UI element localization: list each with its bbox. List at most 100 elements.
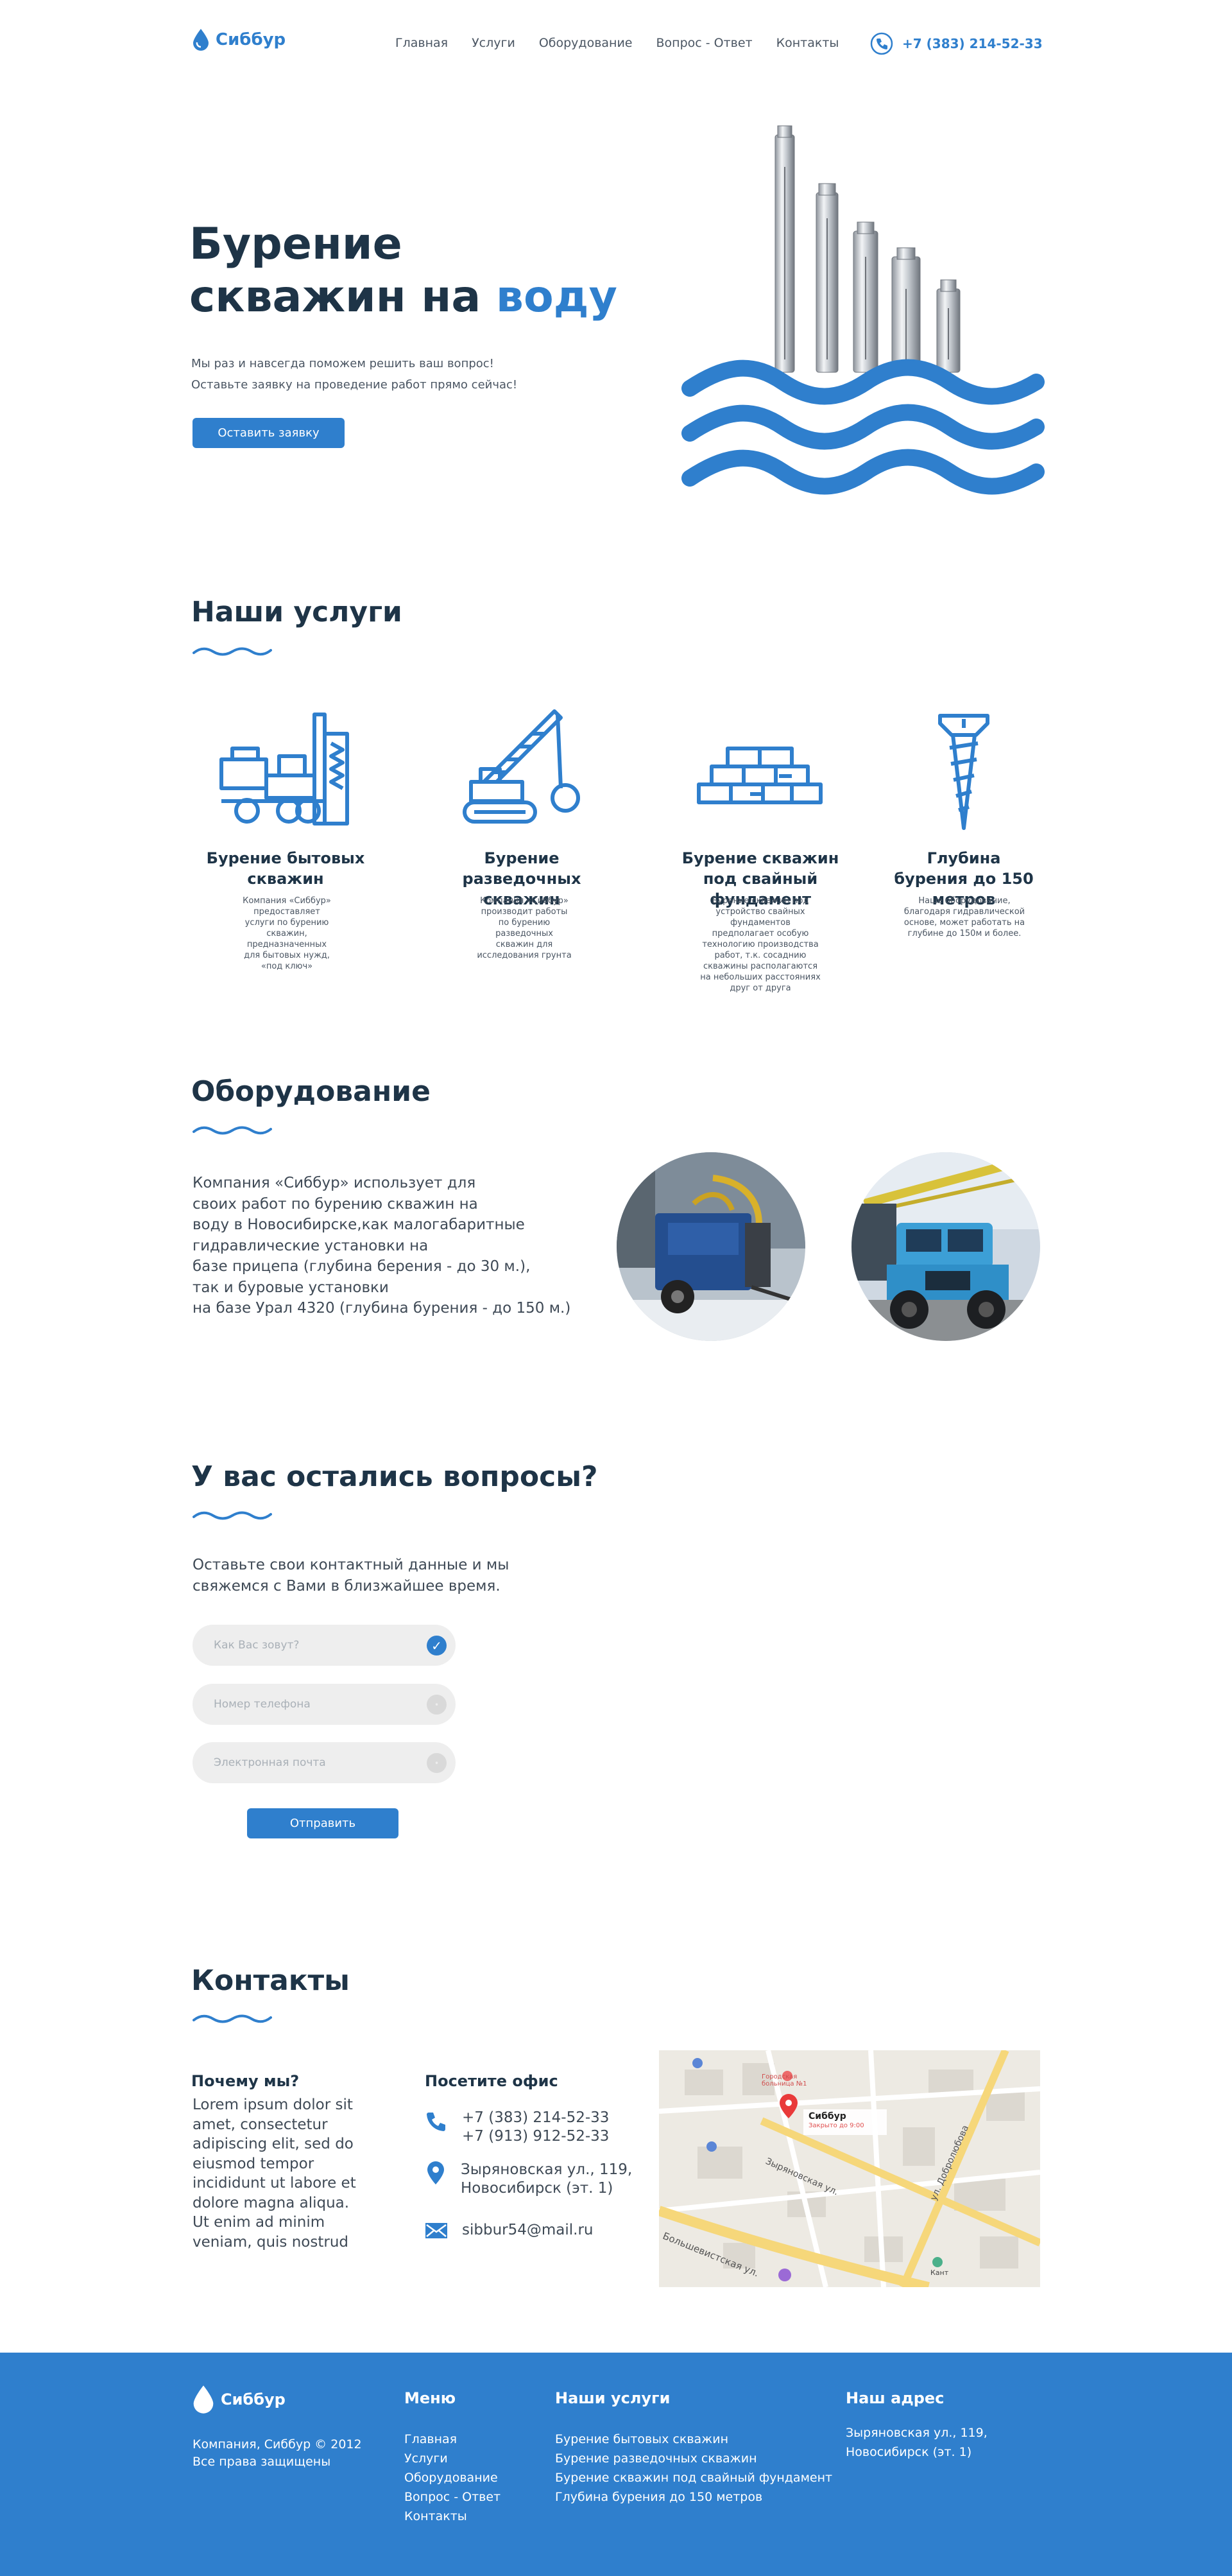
- trailer-rig-photo: [617, 1152, 805, 1341]
- phone-field-placeholder: Номер телефона: [214, 1698, 311, 1711]
- service-title-1: Бурение бытовых скважин: [206, 849, 365, 888]
- crane-icon: [463, 709, 580, 824]
- contact-email-address[interactable]: sibbur54@mail.ru: [462, 2221, 594, 2240]
- services-wave-divider: [193, 647, 272, 656]
- hero-subtitle-line2: Оставьте заявку на проведение работ прям…: [191, 378, 518, 392]
- pumps-and-waves-illustration: [681, 125, 1045, 495]
- contact-address-line1: Зыряновская ул., 119,: [461, 2161, 633, 2178]
- questions-subtitle-line2: свяжемся с Вами в близжайшее время.: [193, 1578, 501, 1595]
- logo-text: Сиббур: [216, 30, 286, 49]
- footer-copyright-line2: Все права защищены: [193, 2455, 331, 2469]
- map-marker-subtitle: Закрыто до 9:00: [809, 2122, 864, 2129]
- footer-service-link[interactable]: Бурение разведочных скважин: [555, 2449, 832, 2468]
- contacts-title: Контакты: [191, 1964, 350, 1997]
- nav-item-equipment[interactable]: Оборудование: [539, 36, 633, 50]
- contact-address-line2: Новосибирск (эт. 1): [461, 2180, 613, 2197]
- map-poi-hospital: Городская больница №1: [762, 2073, 807, 2088]
- nav-item-services[interactable]: Услуги: [472, 36, 515, 50]
- footer-copyright: Компания, Сиббур © 2012 Все права защище…: [193, 2436, 362, 2471]
- name-field-placeholder: Как Вас зовут?: [214, 1639, 300, 1652]
- questions-subtitle-line1: Оставьте свои контактный данные и мы: [193, 1557, 509, 1573]
- office-map[interactable]: Сиббур Закрыто до 9:00 Городская больниц…: [659, 2050, 1040, 2287]
- contact-phone-1[interactable]: +7 (383) 214-52-33: [462, 2109, 609, 2127]
- email-field-placeholder: Электронная почта: [214, 1756, 326, 1769]
- equipment-line: на базе Урал 4320 (глубина бурения - до …: [193, 1300, 571, 1317]
- footer-service-link[interactable]: Бурение скважин под свайный фундамент: [555, 2468, 832, 2487]
- footer-menu-home[interactable]: Главная: [404, 2430, 501, 2449]
- logo[interactable]: Сиббур: [193, 28, 286, 51]
- contact-phone-2[interactable]: +7 (913) 912-52-33: [462, 2127, 609, 2146]
- footer-menu: Главная Услуги Оборудование Вопрос - Отв…: [404, 2430, 501, 2526]
- drilling-rig-icon: [219, 713, 349, 826]
- service-desc-1: Компания «Сиббур» предоставляет услуги п…: [243, 896, 331, 971]
- ural-truck-photo: [851, 1152, 1040, 1341]
- service-desc-2: Компания «Сиббур» производит работы по б…: [477, 896, 572, 960]
- contact-phones: +7 (383) 214-52-33 +7 (913) 912-52-33: [425, 2109, 609, 2146]
- footer-menu-faq[interactable]: Вопрос - Ответ: [404, 2487, 501, 2507]
- footer-logo-text: Сиббур: [221, 2390, 286, 2408]
- hero-title-line2: скважин на воду: [189, 271, 617, 324]
- contacts-wave-divider: [193, 2014, 272, 2023]
- footer-copyright-line1: Компания, Сиббур © 2012: [193, 2437, 362, 2451]
- equipment-line: так и буровые установки: [193, 1279, 389, 1296]
- name-field[interactable]: Как Вас зовут? ✓: [193, 1625, 456, 1666]
- header-phone[interactable]: +7 (383) 214-52-33: [870, 32, 1043, 55]
- footer-logo[interactable]: Сиббур: [193, 2385, 286, 2414]
- send-button[interactable]: Отправить: [247, 1808, 398, 1838]
- hero-subtitle-line1: Мы раз и навсегда поможем решить ваш воп…: [191, 357, 494, 370]
- footer-address-line1: Зыряновская ул., 119,: [846, 2426, 988, 2440]
- footer-address-title: Наш адрес: [846, 2389, 945, 2407]
- contact-address: Зыряновская ул., 119, Новосибирск (эт. 1…: [425, 2161, 632, 2198]
- nav-item-faq[interactable]: Вопрос - Ответ: [656, 36, 753, 50]
- checkmark-icon: •: [427, 1695, 447, 1715]
- location-pin-icon: [427, 2161, 444, 2184]
- nav-item-contacts[interactable]: Контакты: [776, 36, 839, 50]
- services-title: Наши услуги: [191, 596, 402, 628]
- pump-1: [774, 125, 961, 373]
- footer-services-title: Наши услуги: [555, 2389, 671, 2407]
- service-desc-4: Наше оборудование, благодаря гидравличес…: [903, 896, 1025, 938]
- hero-title-accent: воду: [495, 272, 617, 322]
- footer-menu-equipment[interactable]: Оборудование: [404, 2468, 501, 2487]
- water-drop-icon: [193, 29, 209, 51]
- phone-field[interactable]: Номер телефона •: [193, 1684, 456, 1725]
- footer-address-line2: Новосибирск (эт. 1): [846, 2445, 972, 2459]
- request-button[interactable]: Оставить заявку: [193, 418, 345, 448]
- equipment-description: Компания «Сиббур» использует для своих р…: [193, 1173, 570, 1319]
- contact-email: sibbur54@mail.ru: [425, 2221, 594, 2240]
- email-field[interactable]: Электронная почта •: [193, 1742, 456, 1783]
- equipment-line: Компания «Сиббур» использует для: [193, 1175, 476, 1191]
- water-drop-icon: [193, 2385, 214, 2414]
- map-poi-kant: Кант: [930, 2269, 949, 2277]
- footer-address: Зыряновская ул., 119, Новосибирск (эт. 1…: [846, 2423, 988, 2462]
- footer-service-link[interactable]: Глубина бурения до 150 метров: [555, 2487, 832, 2507]
- questions-title: У вас остались вопросы?: [191, 1460, 598, 1493]
- why-us-title: Почему мы?: [191, 2072, 300, 2090]
- screw-icon: [938, 714, 989, 830]
- checkmark-icon: •: [427, 1753, 447, 1773]
- hero-title-line1: Бурение: [189, 219, 402, 270]
- equipment-line: своих работ по бурению скважин на: [193, 1195, 478, 1213]
- mail-icon: [425, 2223, 447, 2238]
- equipment-wave-divider: [193, 1126, 272, 1135]
- bricks-icon: [697, 747, 823, 804]
- visit-office-title: Посетите офис: [425, 2072, 558, 2090]
- questions-wave-divider: [193, 1511, 272, 1520]
- equipment-line: гидравлические установки на: [193, 1237, 429, 1254]
- equipment-line: базе прицепа (глубина берения - до 30 м.…: [193, 1258, 531, 1275]
- service-desc-3: Бурение скважин под устройство свайных ф…: [700, 896, 821, 993]
- footer-menu-services[interactable]: Услуги: [404, 2449, 501, 2468]
- equipment-line: воду в Новосибирске,как малогабаритные: [193, 1216, 525, 1233]
- equipment-title: Оборудование: [191, 1075, 431, 1108]
- footer-services: Бурение бытовых скважин Бурение разведоч…: [555, 2430, 832, 2507]
- hero-title: Бурение скважин на воду: [189, 218, 617, 324]
- phone-icon: [870, 32, 893, 55]
- why-us-text: Lorem ipsum dolor sit amet, consectetur …: [193, 2096, 356, 2251]
- footer-service-link[interactable]: Бурение бытовых скважин: [555, 2430, 832, 2449]
- footer-menu-contacts[interactable]: Контакты: [404, 2507, 501, 2526]
- nav-item-home[interactable]: Главная: [395, 36, 448, 50]
- footer-menu-title: Меню: [404, 2389, 456, 2407]
- hero-subtitle: Мы раз и навсегда поможем решить ваш воп…: [191, 353, 517, 395]
- map-marker-title: Сиббур: [809, 2111, 846, 2122]
- checkmark-icon: ✓: [427, 1636, 447, 1655]
